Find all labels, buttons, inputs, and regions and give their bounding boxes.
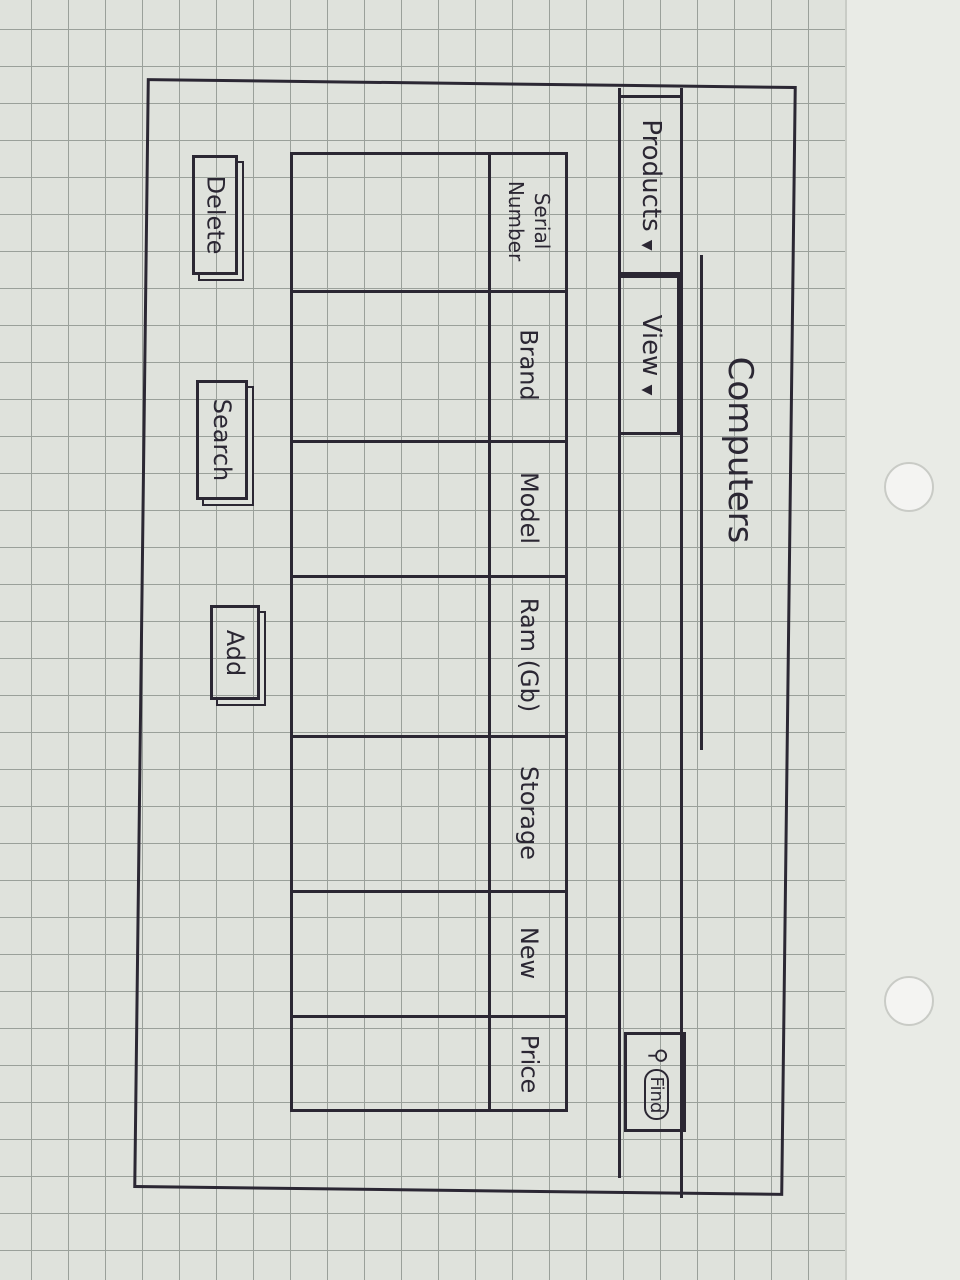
binder-hole <box>884 462 934 512</box>
paper-margin <box>845 0 960 1280</box>
column-header-label: Storage <box>515 765 543 860</box>
delete-button[interactable]: Delete <box>192 155 238 275</box>
binder-hole <box>884 976 934 1026</box>
menu-products-label: Products <box>636 119 666 232</box>
column-header-label: New <box>514 926 543 979</box>
menu-view[interactable]: View ▼ <box>618 275 680 435</box>
column-header-label: Ram (Gb) <box>515 597 544 713</box>
title-underline <box>700 255 703 750</box>
column-header-serial-number[interactable]: Serial Number <box>490 152 568 290</box>
add-button-label: Add <box>221 629 249 676</box>
search-button[interactable]: Search <box>196 380 248 500</box>
find-label: Find <box>644 1069 669 1121</box>
dropdown-arrow-icon: ▼ <box>639 384 655 396</box>
column-header-brand[interactable]: Brand <box>490 290 568 440</box>
dropdown-arrow-icon: ▼ <box>639 239 655 251</box>
menu-view-label: View <box>636 314 666 377</box>
column-header-price[interactable]: Price <box>490 1015 568 1112</box>
delete-button-label: Delete <box>201 175 230 255</box>
window-title: Computers <box>720 356 760 544</box>
menu-products[interactable]: Products ▼ <box>618 95 683 275</box>
column-header-label: Serial Number <box>504 180 554 262</box>
column-header-label: Price <box>514 1034 543 1093</box>
search-button-label: Search <box>208 398 237 482</box>
column-header-label: Brand <box>514 329 543 401</box>
magnifier-icon: ⚲ <box>645 1047 670 1064</box>
find-button[interactable]: ⚲ Find <box>624 1032 686 1132</box>
column-header-model[interactable]: Model <box>490 440 568 575</box>
column-header-new[interactable]: New <box>490 890 568 1015</box>
column-header-label: Model <box>515 471 543 544</box>
column-header-storage[interactable]: Storage <box>490 735 568 890</box>
column-header-ram[interactable]: Ram (Gb) <box>490 575 568 735</box>
add-button[interactable]: Add <box>210 605 260 700</box>
